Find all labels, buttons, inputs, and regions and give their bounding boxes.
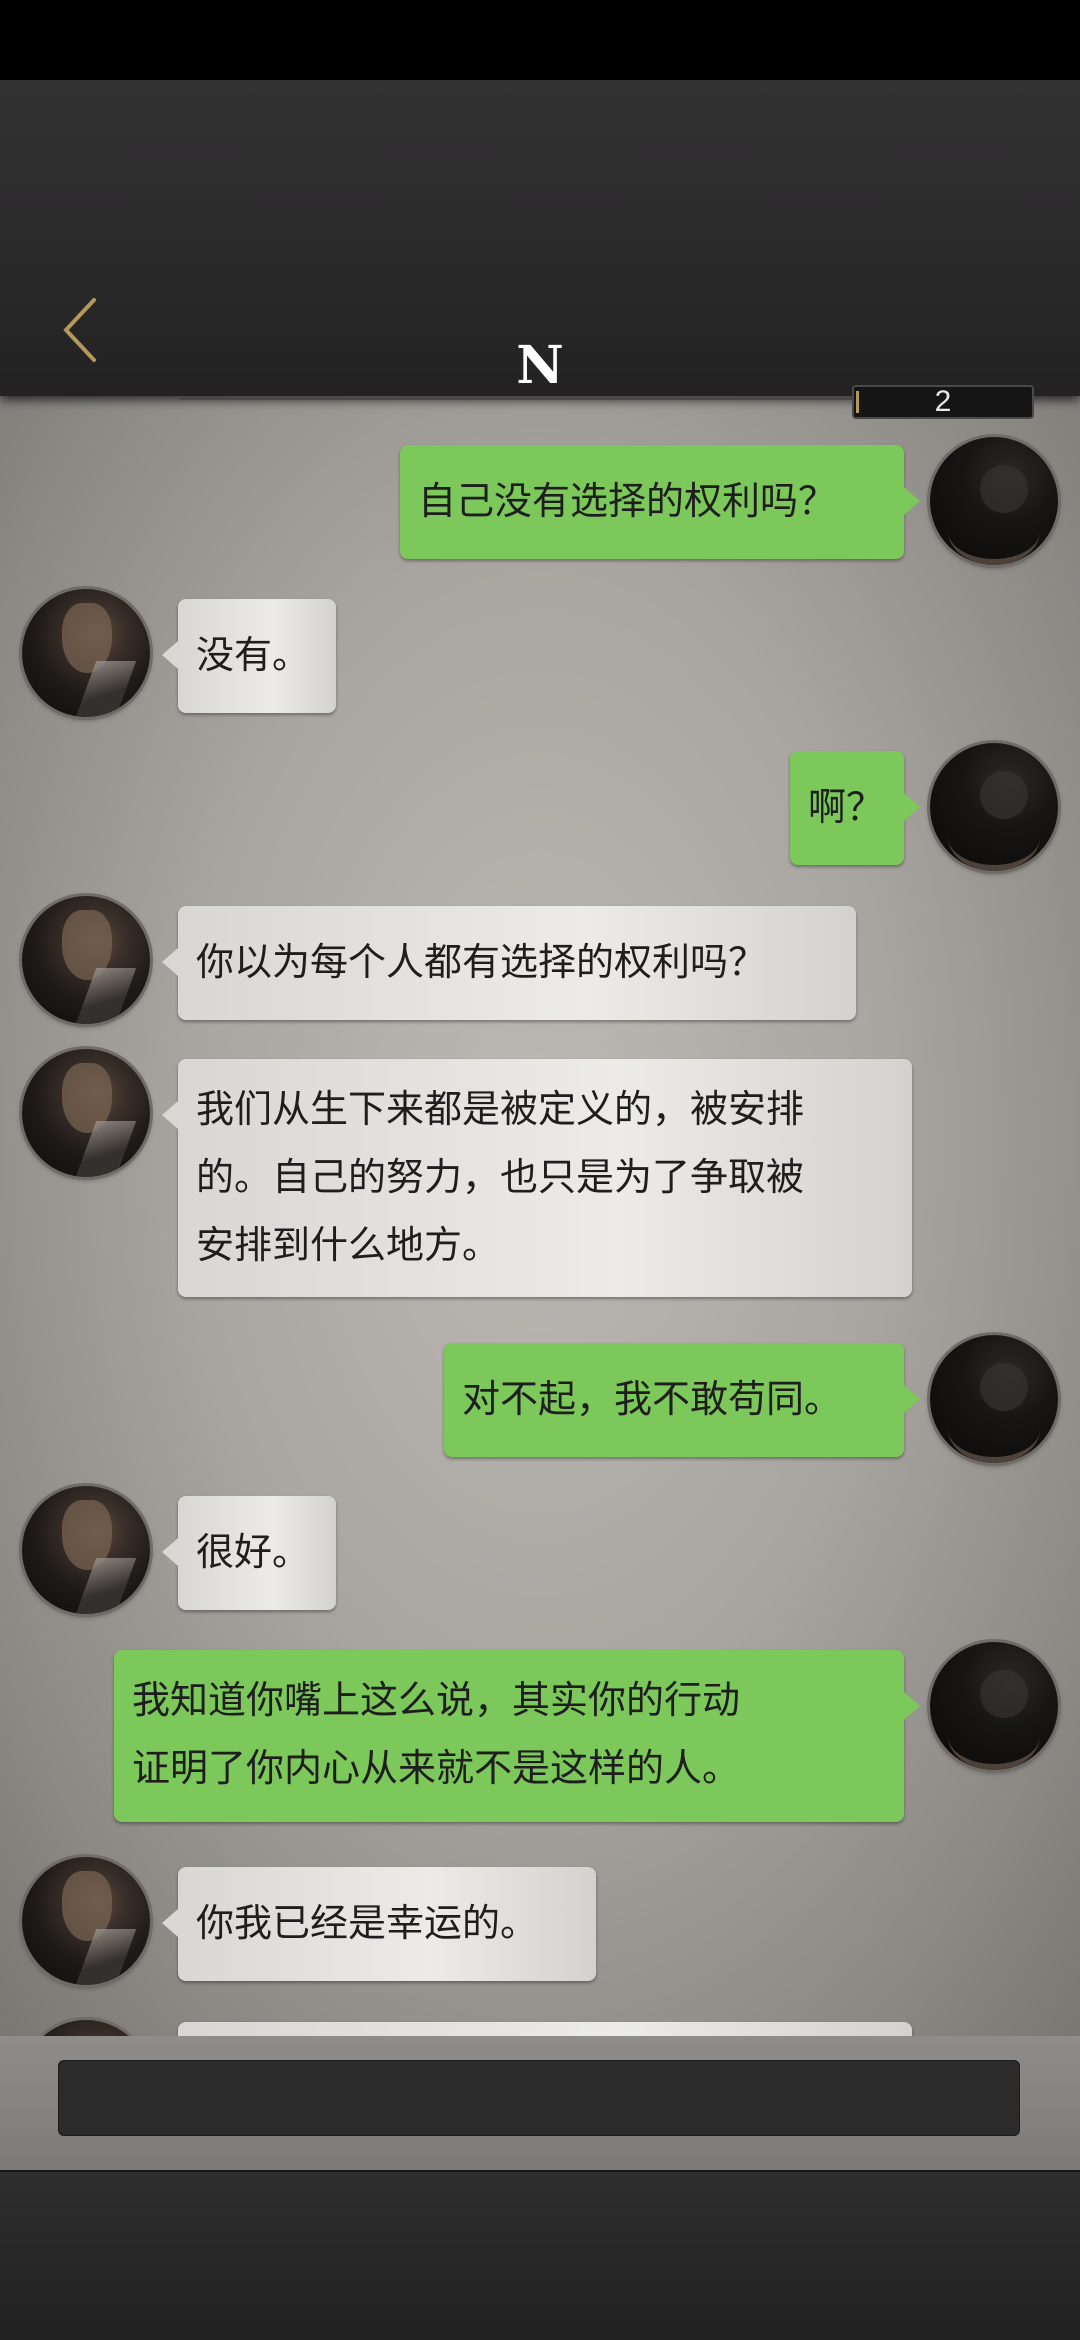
message-bubble[interactable]: 啊？ <box>790 751 920 865</box>
contact-avatar[interactable] <box>22 1486 150 1614</box>
message-line: 我知道你嘴上这么说，其实你的行动 <box>132 1678 741 1722</box>
contact-avatar[interactable] <box>22 2020 150 2036</box>
avatar-rim <box>948 497 1040 565</box>
message-line: 啊？ <box>808 785 885 829</box>
incoming-message: 我们从生下来都是被定义的，被安排 的。自己的努力，也只是为了争取被 安排到什么地方。 <box>0 1049 1080 1297</box>
incoming-message: 你我已经是幸运的。 <box>0 1857 1080 1985</box>
contact-avatar[interactable] <box>22 1049 150 1177</box>
avatar-rim <box>948 1702 1040 1770</box>
my-avatar[interactable] <box>930 743 1058 871</box>
incoming-message: 没有。 <box>0 589 1080 717</box>
message-line: 你以为每个人都有选择的权利吗？ <box>196 940 767 984</box>
message-line: 证明了你内心从来就不是这样的人。 <box>132 1746 741 1790</box>
message-line: 很好。 <box>196 1530 311 1574</box>
incoming-message: 你以为每个人都有选择的权利吗？ <box>0 896 1080 1024</box>
status-bar <box>0 0 1080 80</box>
message-bubble[interactable]: 很好。 <box>162 1496 336 1610</box>
message-bubble[interactable]: 没有。 <box>162 599 336 713</box>
message-line: 自己没有选择的权利吗？ <box>418 479 837 523</box>
outgoing-message: 啊？ <box>0 743 1080 871</box>
message-bubble[interactable]: 我知道你嘴上这么说，其实你的行动 证明了你内心从来就不是这样的人。 <box>114 1650 920 1822</box>
message-bubble[interactable]: 我们从生下来都是被定义的，被安排 的。自己的努力，也只是为了争取被 安排到什么地方。 <box>162 1059 912 1297</box>
message-line: 你我已经是幸运的。 <box>196 1901 539 1945</box>
message-line: 我们从生下来都是被定义的，被安排 <box>196 1087 805 1131</box>
bottom-panel <box>0 2170 1080 2340</box>
message-bubble[interactable] <box>178 2022 912 2036</box>
message-line: 没有。 <box>196 633 311 677</box>
message-input[interactable] <box>58 2060 1020 2136</box>
message-line: 安排到什么地方。 <box>196 1223 501 1267</box>
my-avatar[interactable] <box>930 1335 1058 1463</box>
message-bubble[interactable]: 你以为每个人都有选择的权利吗？ <box>162 906 856 1020</box>
message-line: 对不起，我不敢苟同。 <box>462 1377 843 1421</box>
outgoing-message: 自己没有选择的权利吗？ <box>0 437 1080 565</box>
incoming-message: 很好。 <box>0 1486 1080 1614</box>
contact-avatar[interactable] <box>22 589 150 717</box>
message-bubble[interactable]: 自己没有选择的权利吗？ <box>400 445 920 559</box>
my-avatar[interactable] <box>930 437 1058 565</box>
counter-value: 2 <box>934 385 952 418</box>
message-bubble[interactable]: 对不起，我不敢苟同。 <box>444 1343 920 1457</box>
contact-avatar[interactable] <box>22 1857 150 1985</box>
message-counter: 2 <box>852 385 1034 419</box>
outgoing-message: 我知道你嘴上这么说，其实你的行动 证明了你内心从来就不是这样的人。 <box>0 1642 1080 1822</box>
input-bar <box>0 2036 1080 2170</box>
outgoing-message: 对不起，我不敢苟同。 <box>0 1335 1080 1463</box>
contact-avatar[interactable] <box>22 896 150 1024</box>
chat-header: N 2 <box>0 80 1080 419</box>
incoming-message-partial <box>0 2020 1080 2036</box>
chat-screen: N 2 自己没有选择的权利吗？ 没有。啊？ 你以为每个人都有选择的权利吗？ 我们从生下… <box>0 0 1080 2340</box>
message-list[interactable]: 自己没有选择的权利吗？ 没有。啊？ 你以为每个人都有选择的权利吗？ 我们从生下来都是被… <box>0 396 1080 2036</box>
avatar-rim <box>948 803 1040 871</box>
my-avatar[interactable] <box>930 1642 1058 1770</box>
message-line: 的。自己的努力，也只是为了争取被 <box>196 1155 805 1199</box>
message-bubble[interactable]: 你我已经是幸运的。 <box>162 1867 596 1981</box>
avatar-rim <box>948 1395 1040 1463</box>
